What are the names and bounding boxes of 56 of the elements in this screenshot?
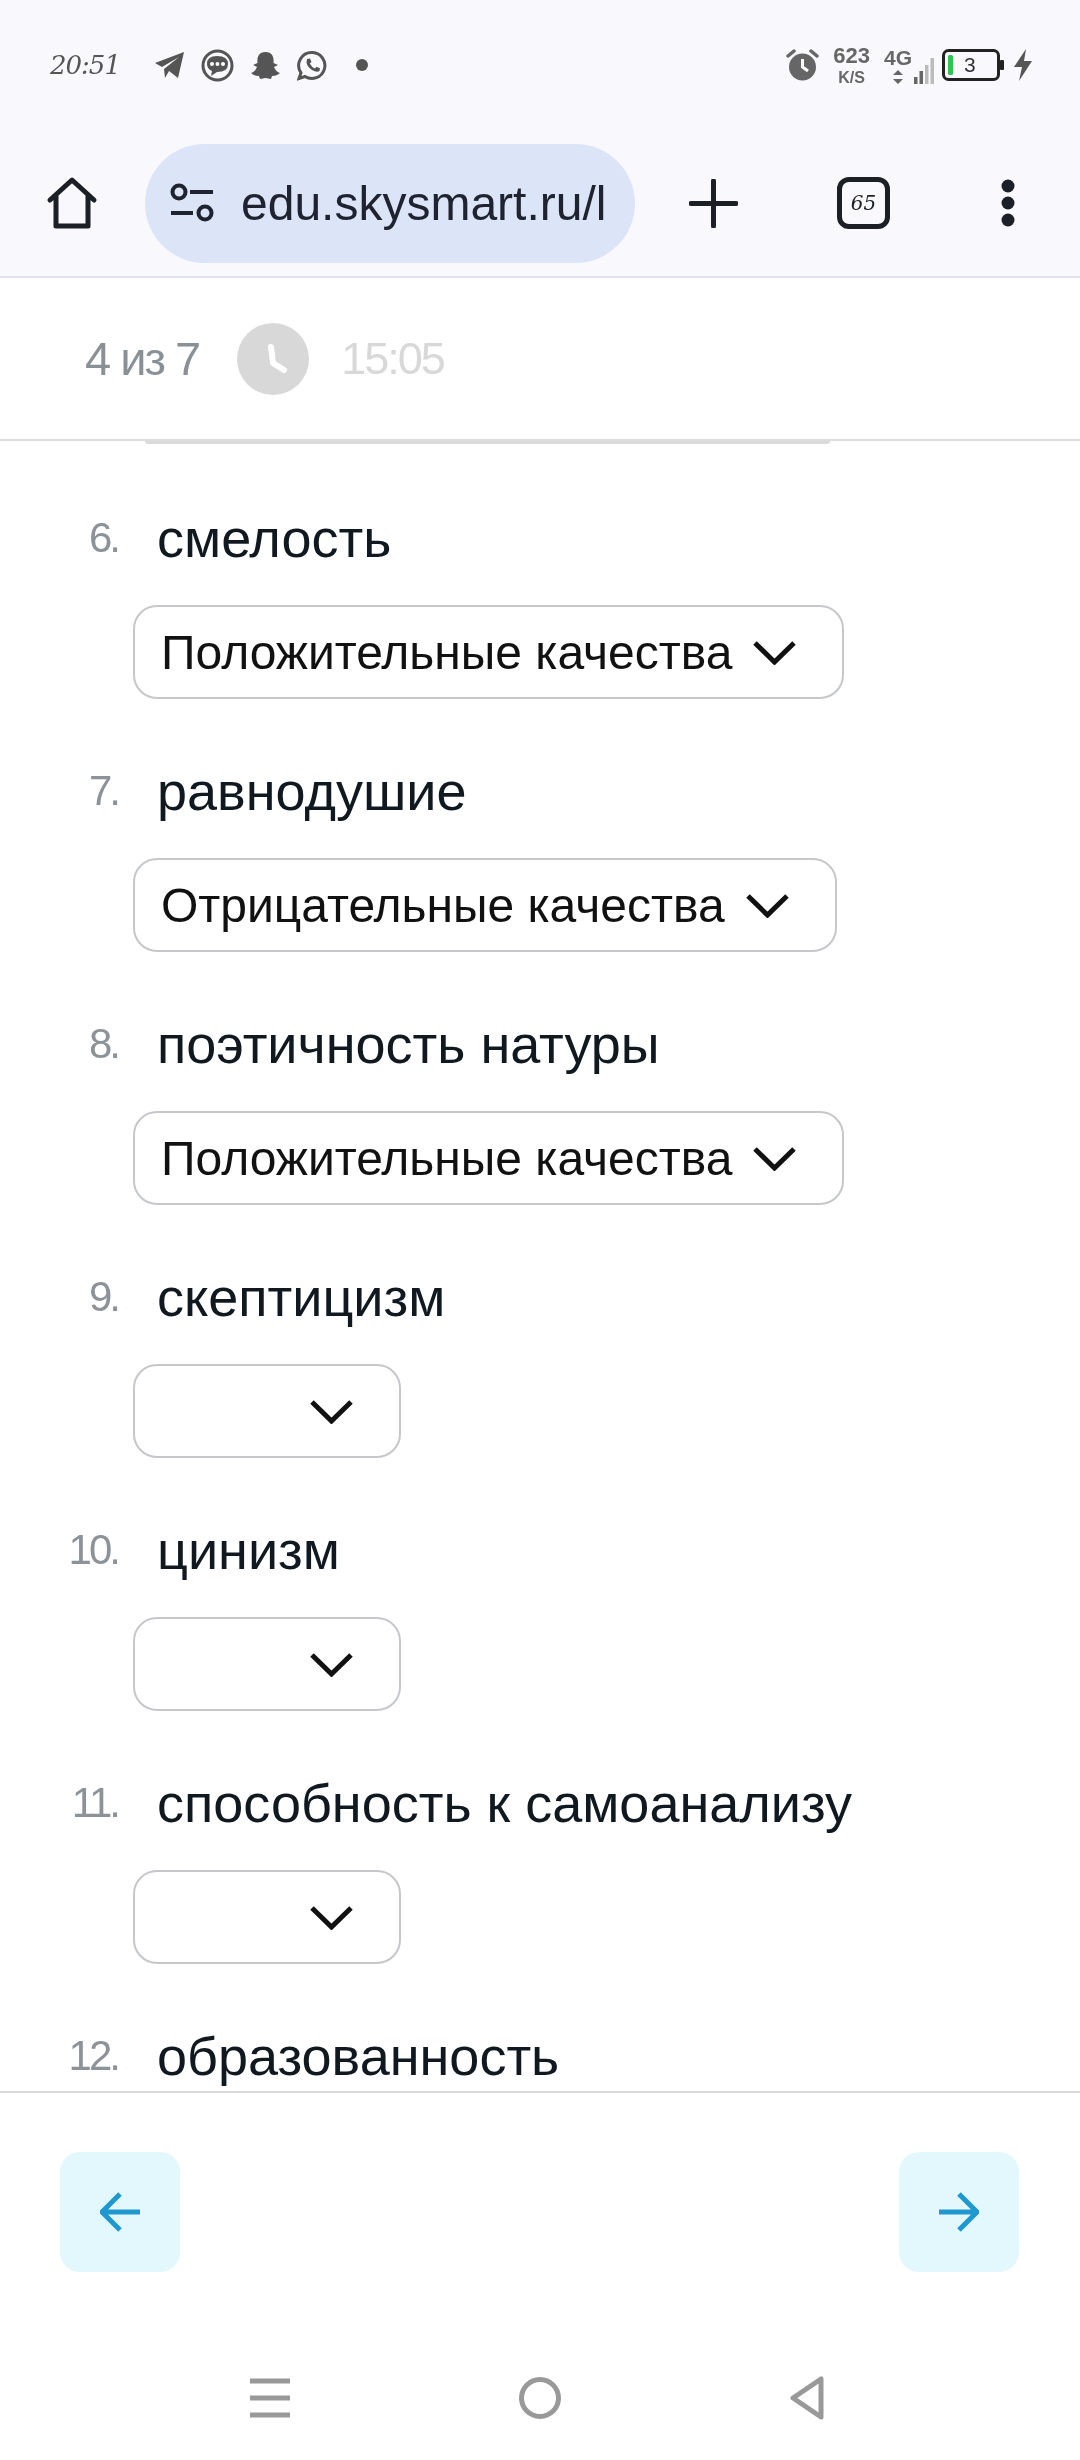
ghost-icon — [249, 49, 281, 81]
tune-icon — [169, 183, 215, 223]
paper-plane-icon — [153, 51, 185, 79]
question-number: 7. — [87, 767, 118, 815]
question-term: смелость — [157, 507, 392, 569]
answer-dropdown[interactable]: Положительные качества — [133, 605, 845, 699]
chevron-down-icon — [309, 1398, 354, 1424]
chevron-down-icon — [752, 639, 798, 665]
more-menu-icon[interactable] — [1000, 179, 1016, 227]
chevron-down-icon — [309, 1651, 354, 1677]
address-bar[interactable]: edu.skysmart.ru/l — [145, 143, 635, 263]
question-number: 6. — [87, 514, 118, 562]
answer-dropdown[interactable]: Положительные качества — [133, 1111, 845, 1205]
question-term: скептицизм — [157, 1266, 446, 1328]
question-number: 12. — [67, 2032, 118, 2080]
answer-dropdown[interactable]: Отрицательные качества — [133, 858, 837, 952]
net-speed-unit: K/S — [838, 69, 865, 86]
phone-bubble-icon — [296, 49, 328, 81]
battery-icon — [942, 49, 1006, 81]
network-type: 4G — [884, 46, 912, 68]
question-term: образованность — [157, 2025, 560, 2087]
chevron-down-icon — [309, 1904, 354, 1930]
chat-bubble-icon — [200, 48, 234, 82]
plus-icon[interactable] — [689, 178, 738, 228]
home-icon[interactable] — [45, 176, 99, 230]
menu-icon[interactable] — [250, 2378, 290, 2418]
chevron-down-icon — [744, 892, 790, 918]
arrow-right-icon — [939, 2192, 979, 2232]
answer-dropdown[interactable] — [133, 1617, 401, 1711]
clock-time: 20:51 — [50, 50, 120, 80]
question-number: 8. — [87, 1020, 118, 1068]
lightning-icon — [1012, 49, 1034, 81]
chevron-down-icon — [752, 1145, 798, 1171]
up-down-arrows-icon — [893, 69, 903, 84]
question-number: 9. — [87, 1273, 118, 1321]
alarm-clock-icon — [786, 48, 820, 82]
question-term: цинизм — [157, 1519, 340, 1581]
previous-button[interactable] — [60, 2152, 180, 2272]
question-term: поэтичность натуры — [157, 1013, 660, 1075]
next-button[interactable] — [899, 2152, 1019, 2272]
answer-dropdown[interactable] — [133, 1870, 401, 1964]
clock-icon — [237, 322, 310, 395]
answer-dropdown[interactable] — [133, 1364, 401, 1458]
question-number: 10. — [67, 1526, 118, 1574]
question-term: равнодушие — [157, 760, 467, 822]
dot-icon — [355, 59, 368, 71]
signal-bars-icon — [914, 57, 934, 84]
question-term: способность к самоанализу — [157, 1772, 853, 1834]
question-number: 11. — [70, 1779, 118, 1827]
battery-level-text: 3 — [964, 53, 976, 77]
arrow-left-icon — [100, 2192, 140, 2232]
tab-switcher-button[interactable]: 65 — [837, 177, 890, 229]
back-icon[interactable] — [790, 2376, 825, 2420]
net-speed-value: 623 — [833, 44, 870, 67]
circle-icon[interactable] — [519, 2377, 561, 2419]
question-counter: 4 из 7 — [85, 331, 200, 386]
